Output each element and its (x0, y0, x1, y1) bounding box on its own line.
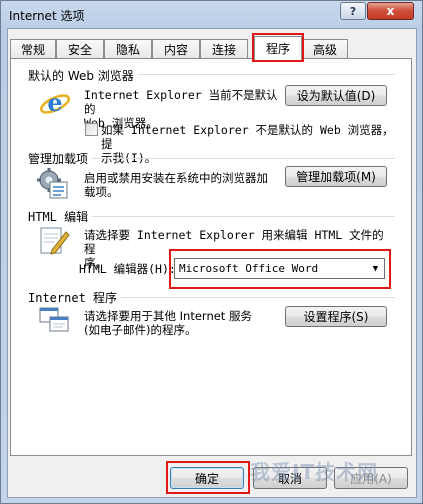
tab-general[interactable]: 常规 (10, 39, 56, 59)
html-editing-description-line1: 请选择要 Internet Explorer 用来编辑 HTML 文件的程 (84, 228, 384, 256)
tab-connections[interactable]: 连接 (200, 39, 248, 59)
html-editor-label: HTML 编辑器(H): (79, 262, 176, 276)
help-button[interactable]: ? (340, 2, 366, 20)
default-browser-heading: 默认的 Web 浏览器 (28, 67, 138, 84)
manage-addons-heading: 管理加载项 (28, 150, 93, 167)
gear-icon (37, 168, 68, 199)
internet-programs-heading: Internet 程序 (28, 289, 122, 306)
tab-advanced[interactable]: 高级 (302, 39, 348, 59)
internet-programs-description-line1: 请选择要用于其他 Internet 服务 (84, 309, 252, 323)
html-editing-heading: HTML 编辑 (28, 208, 93, 225)
manage-addons-description-line2: 载项。 (84, 185, 119, 199)
html-editor-icon (40, 227, 70, 255)
manage-addons-button[interactable]: 管理加载项(M) (285, 166, 387, 187)
internet-explorer-icon: e (39, 88, 71, 117)
programs-icon (39, 307, 69, 332)
chevron-down-icon[interactable]: ▼ (367, 259, 384, 278)
cancel-button[interactable]: 取消 (253, 467, 327, 489)
prompt-default-label-line1: 如果 Internet Explorer 不是默认的 Web 浏览器，提 (101, 123, 394, 151)
set-programs-button[interactable]: 设置程序(S) (285, 306, 387, 327)
manage-addons-description: 启用或禁用安装在系统中的浏览器加 载项。 (84, 171, 284, 199)
svg-text:e: e (47, 88, 62, 117)
tab-security[interactable]: 安全 (56, 39, 104, 59)
tab-strip: 常规 安全 隐私 内容 连接 程序 高级 (10, 36, 410, 60)
tab-content[interactable]: 内容 (152, 39, 200, 59)
apply-button[interactable]: 应用(A) (334, 467, 408, 489)
internet-programs-description-line2: (如电子邮件)的程序。 (84, 323, 197, 337)
ok-button[interactable]: 确定 (170, 467, 244, 489)
default-browser-status-line1: Internet Explorer 当前不是默认的 (84, 88, 278, 116)
prompt-default-checkbox[interactable] (85, 123, 98, 136)
title-bar[interactable]: Internet 选项 ? x (1, 1, 422, 28)
html-editor-select[interactable]: Microsoft Office Word ▼ (174, 258, 385, 279)
close-button[interactable]: x (367, 2, 414, 20)
tab-privacy[interactable]: 隐私 (104, 39, 152, 59)
tab-programs[interactable]: 程序 (254, 36, 302, 60)
html-editor-select-value: Microsoft Office Word (179, 262, 319, 275)
make-default-button[interactable]: 设为默认值(D) (285, 85, 387, 106)
internet-programs-description: 请选择要用于其他 Internet 服务 (如电子邮件)的程序。 (84, 309, 284, 337)
manage-addons-description-line1: 启用或禁用安装在系统中的浏览器加 (84, 171, 268, 185)
window-title: Internet 选项 (9, 9, 85, 23)
